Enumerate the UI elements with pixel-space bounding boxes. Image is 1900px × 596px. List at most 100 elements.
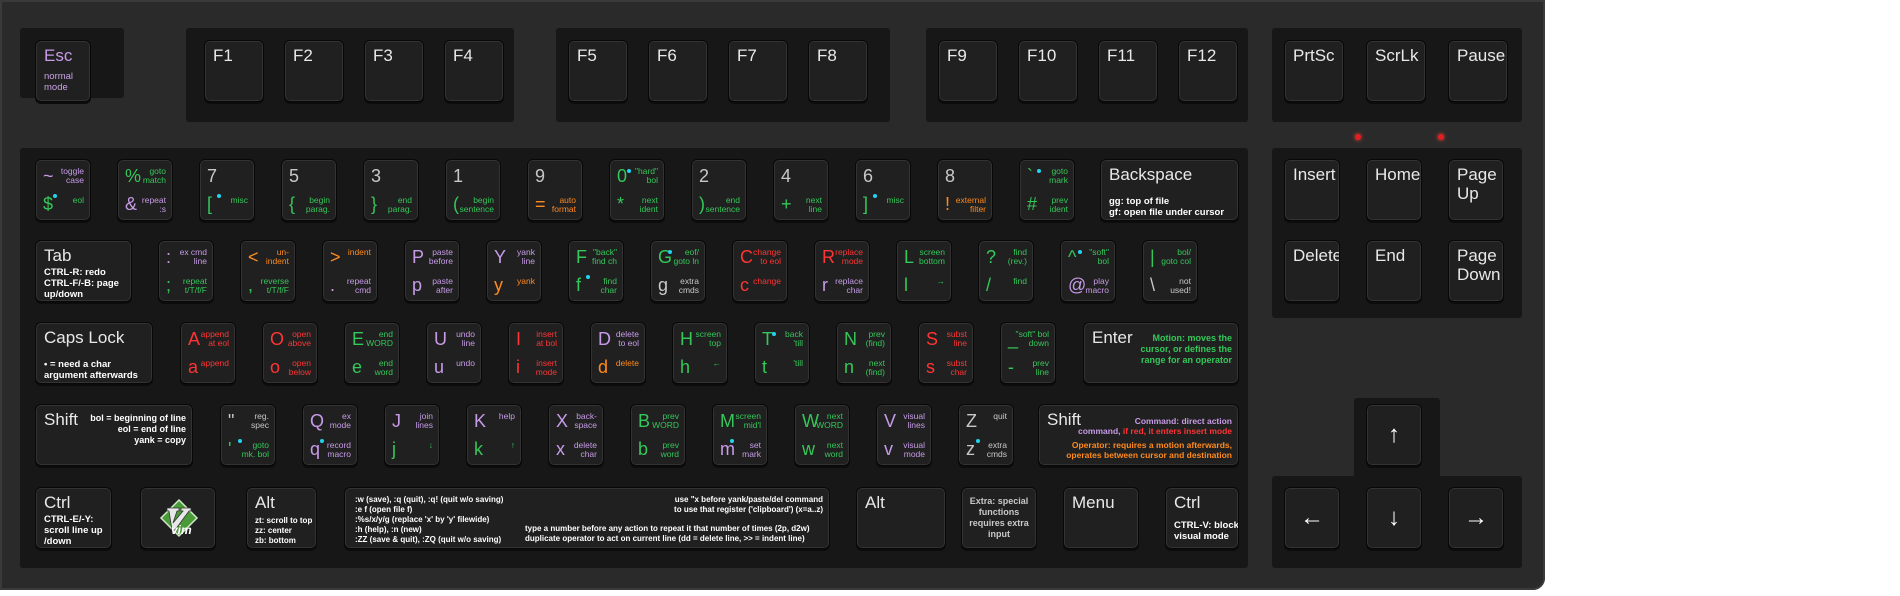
q-key-11[interactable]: ^ "soft" bol @ play macro — [1060, 240, 1116, 302]
a-key-0[interactable]: Aappend at eol a append — [180, 322, 236, 384]
a-key-8[interactable]: Nprev (find) n next (find) — [836, 322, 892, 384]
q-key-2[interactable]: > indent. repeat cmd — [322, 240, 378, 302]
key-f8[interactable]: F8 — [808, 40, 868, 102]
q-key-10[interactable]: ? find (rev.) / find — [978, 240, 1034, 302]
key-f5[interactable]: F5 — [568, 40, 628, 102]
num-key-8[interactable]: 2) end sentence — [691, 159, 747, 221]
key-tab[interactable]: Tab CTRL-R: redo CTRL-F/-B: page up/down — [35, 240, 132, 302]
q-key-1[interactable]: < un- indent, reverse t/T/f/F — [240, 240, 296, 302]
key-menu[interactable]: Menu — [1063, 487, 1139, 549]
key-f4[interactable]: F4 — [444, 40, 504, 102]
z-key-2[interactable]: Jjoin lines j ↓ — [384, 404, 440, 466]
key-f6[interactable]: F6 — [648, 40, 708, 102]
q-key-9[interactable]: Lscreen bottom l → — [896, 240, 952, 302]
key-f9[interactable]: F9 — [938, 40, 998, 102]
key-f12[interactable]: F12 — [1178, 40, 1238, 102]
num-key-0[interactable]: ~ toggle case $ eol — [35, 159, 91, 221]
q-key-5[interactable]: F "back" find ch f find char — [568, 240, 624, 302]
key-scrlk[interactable]: ScrLk — [1366, 40, 1426, 102]
key-pause[interactable]: Pause — [1448, 40, 1508, 102]
num-key-2[interactable]: 7 [misc — [199, 159, 255, 221]
num-key-4[interactable]: 3} end parag. — [363, 159, 419, 221]
key-bottom-desc: → — [936, 276, 946, 286]
z-key-0[interactable]: " reg. spec ' goto mk. bol — [220, 404, 276, 466]
z-key-9[interactable]: Zquit z extra cmds — [958, 404, 1014, 466]
num-key-6[interactable]: 9 = auto format — [527, 159, 583, 221]
key-top-char: 6 — [863, 166, 874, 186]
key-nav2-1[interactable]: End — [1366, 240, 1422, 302]
q-key-3[interactable]: Ppaste before p paste after — [404, 240, 460, 302]
rshift-operator-legend: Operator: requires a motion afterwards, — [1071, 440, 1232, 450]
key-bottom-char: a — [188, 357, 199, 377]
key-extra[interactable]: Extra: special functions requires extra … — [961, 487, 1037, 549]
num-key-10[interactable]: 6] misc — [855, 159, 911, 221]
num-key-12[interactable]: ` goto mark # prev ident — [1019, 159, 1075, 221]
q-key-12[interactable]: | bol/ goto col \ not used! — [1142, 240, 1198, 302]
key-vim-logo[interactable]: vim — [140, 487, 216, 549]
q-key-7[interactable]: Cchange to eol c change — [732, 240, 788, 302]
num-key-5[interactable]: 1 (begin sentence — [445, 159, 501, 221]
key-nav1-0[interactable]: Insert — [1284, 159, 1340, 221]
key-nav2-2[interactable]: Page Down — [1448, 240, 1504, 302]
key-backspace[interactable]: Backspace gg: top of file gf: open file u… — [1100, 159, 1239, 221]
key-left-shift[interactable]: Shift bol = beginning of line eol = end o… — [35, 404, 193, 466]
key-arrow-up[interactable]: ↑ — [1366, 404, 1422, 466]
key-top-char: ` — [1027, 166, 1033, 186]
z-key-4[interactable]: Xback- space x delete char — [548, 404, 604, 466]
z-key-5[interactable]: Bprev WORD b prev word — [630, 404, 686, 466]
num-key-3[interactable]: 5 {begin parag. — [281, 159, 337, 221]
key-enter[interactable]: Enter Motion: moves the cursor, or define… — [1083, 322, 1239, 384]
num-key-11[interactable]: 8! external filter — [937, 159, 993, 221]
key-top-char: 1 — [453, 166, 464, 186]
key-space[interactable]: :w (save), :q (quit), :q! (quit w/o savi… — [344, 487, 830, 549]
key-nav2-0[interactable]: Delete — [1284, 240, 1340, 302]
key-arrow-down[interactable]: ↓ — [1366, 487, 1422, 549]
key-esc[interactable]: Esc normal mode — [35, 40, 91, 102]
a-key-2[interactable]: Eend WORD e end word — [344, 322, 400, 384]
q-key-6[interactable]: Geof/ goto ln g extra cmds — [650, 240, 706, 302]
q-key-8[interactable]: Rreplace mode r replace char — [814, 240, 870, 302]
key-right-alt[interactable]: Alt — [856, 487, 946, 549]
key-f7[interactable]: F7 — [728, 40, 788, 102]
num-key-1[interactable]: % goto match & repeat :s — [117, 159, 173, 221]
key-f1[interactable]: F1 — [204, 40, 264, 102]
key-f2[interactable]: F2 — [284, 40, 344, 102]
key-right-shift[interactable]: Shift Command: direct action command, if r… — [1038, 404, 1239, 466]
key-prtsc[interactable]: PrtSc — [1284, 40, 1344, 102]
a-key-1[interactable]: Oopen above o open below — [262, 322, 318, 384]
key-top-char: 2 — [699, 166, 710, 186]
key-caps-lock[interactable]: Caps Lock • = need a char argument afterw… — [35, 322, 153, 384]
key-left-ctrl[interactable]: Ctrl CTRL-E/-Y: scroll line up /down — [35, 487, 112, 549]
a-key-6[interactable]: Hscreen top h ← — [672, 322, 728, 384]
z-key-8[interactable]: Vvisual lines v visual mode — [876, 404, 932, 466]
z-key-3[interactable]: Khelp k ↑ — [466, 404, 522, 466]
key-label: F4 — [453, 46, 473, 65]
key-f11[interactable]: F11 — [1098, 40, 1158, 102]
key-nav1-2[interactable]: Page Up — [1448, 159, 1504, 221]
a-key-7[interactable]: Tback 'till t'till — [754, 322, 810, 384]
key-right-ctrl[interactable]: Ctrl CTRL-V: block visual mode — [1165, 487, 1239, 549]
num-key-9[interactable]: 4 + next line — [773, 159, 829, 221]
z-key-6[interactable]: Mscreen mid'l m set mark — [712, 404, 768, 466]
num-key-7[interactable]: 0 "hard" bol * next ident — [609, 159, 665, 221]
key-bottom-char: d — [598, 357, 609, 377]
a-key-5[interactable]: Ddelete to eol d delete — [590, 322, 646, 384]
key-arrow-left[interactable]: ← — [1284, 487, 1340, 549]
key-f10[interactable]: F10 — [1018, 40, 1078, 102]
q-key-4[interactable]: Yyank line y yank — [486, 240, 542, 302]
z-key-7[interactable]: Wnext WORD w next word — [794, 404, 850, 466]
key-left-alt[interactable]: Alt zt: scroll to top zz: center zb: bott… — [246, 487, 317, 549]
key-nav1-1[interactable]: Home — [1366, 159, 1422, 221]
key-label: Caps Lock — [44, 328, 125, 347]
a-key-3[interactable]: Uundo line u undo — [426, 322, 482, 384]
key-f3[interactable]: F3 — [364, 40, 424, 102]
a-key-10[interactable]: _ "soft" bol down - prev line — [1000, 322, 1056, 384]
key-top-char: B — [638, 411, 651, 431]
q-key-0[interactable]: : ex cmd line; repeat t/T/f/F — [158, 240, 214, 302]
z-key-1[interactable]: Qex mode q record macro — [302, 404, 358, 466]
a-key-4[interactable]: Iinsert at bol i insert mode — [508, 322, 564, 384]
a-key-9[interactable]: Ssubst line s subst char — [918, 322, 974, 384]
key-top-desc: end WORD — [366, 329, 393, 348]
key-bottom-desc: goto mk. bol — [241, 440, 269, 459]
key-arrow-right[interactable]: → — [1448, 487, 1504, 549]
